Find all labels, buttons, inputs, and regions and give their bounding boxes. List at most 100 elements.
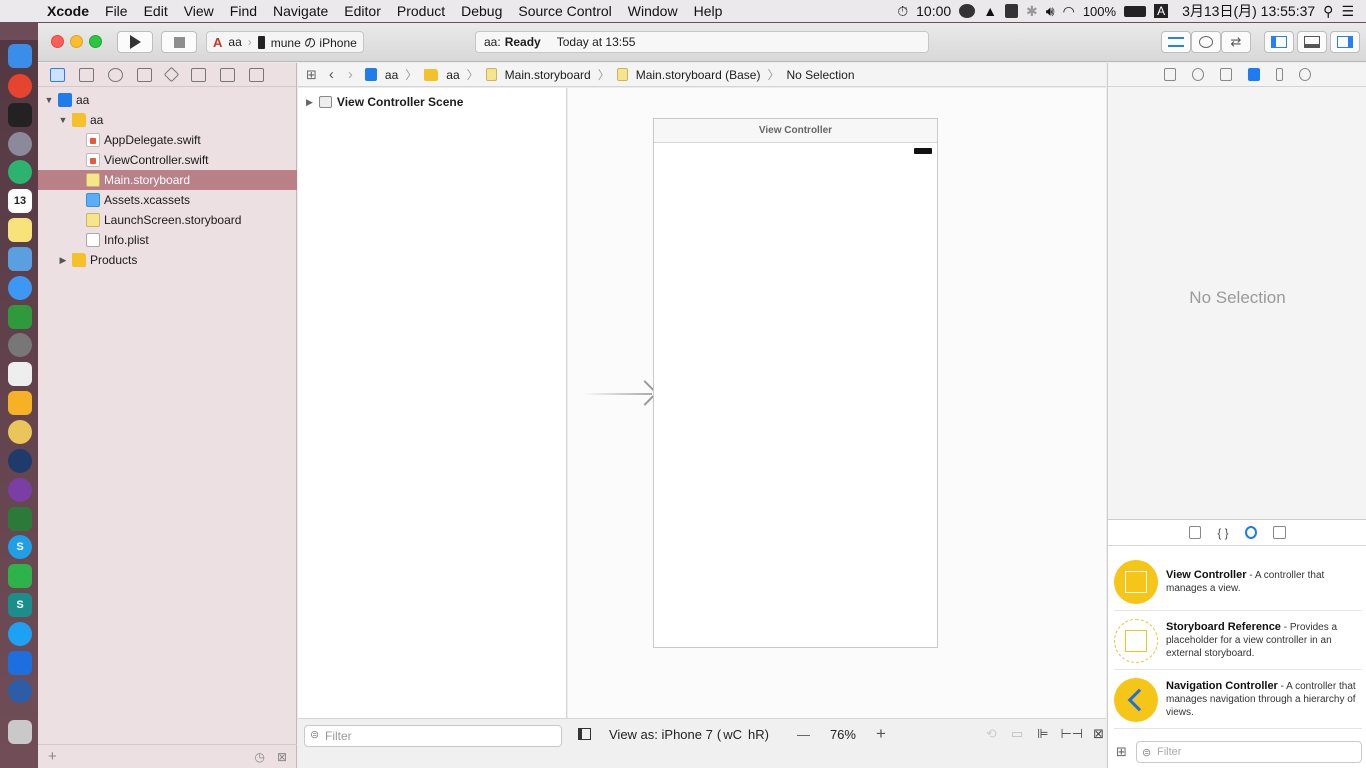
storyboard-canvas[interactable]: View Controller xyxy=(568,88,1106,768)
menu-help[interactable]: Help xyxy=(686,3,731,19)
twitter-icon[interactable] xyxy=(8,622,32,646)
drive-icon[interactable]: ▲ xyxy=(983,3,997,19)
timer-text[interactable]: 10:00 xyxy=(916,3,951,19)
add-icon[interactable]: + xyxy=(48,748,57,765)
close-window-icon[interactable] xyxy=(51,35,64,48)
sequel-icon[interactable] xyxy=(8,420,32,444)
report-navigator-icon[interactable] xyxy=(249,67,264,82)
menu-file[interactable]: File xyxy=(97,3,136,19)
atom-icon[interactable] xyxy=(8,160,32,184)
folder-icon[interactable] xyxy=(50,67,65,82)
spotlight-icon[interactable]: ⚲ xyxy=(1323,3,1333,20)
datetime[interactable]: 3月13日(月) 13:55:37 xyxy=(1182,1,1315,21)
size-class-width[interactable]: wC xyxy=(723,727,742,742)
breakpoint-navigator-icon[interactable] xyxy=(220,67,235,82)
file-inspector-icon[interactable] xyxy=(1163,68,1176,81)
grid-view-icon[interactable]: ⊞ xyxy=(1116,744,1127,760)
numbers-icon[interactable] xyxy=(8,305,32,329)
tree-row-group-aa[interactable]: ▼ aa xyxy=(38,110,297,130)
scheme-selector[interactable]: A aa › mune の iPhone xyxy=(206,31,364,53)
zoom-window-icon[interactable] xyxy=(89,35,102,48)
toggle-debug-button[interactable] xyxy=(1297,31,1327,53)
identity-inspector-icon[interactable] xyxy=(1219,68,1232,81)
quicktime-icon[interactable] xyxy=(8,679,32,703)
back-icon[interactable]: ‹ xyxy=(329,66,334,83)
tree-row-appdelegate[interactable]: AppDelegate.swift xyxy=(38,130,297,150)
menu-view[interactable]: View xyxy=(176,3,222,19)
menu-product[interactable]: Product xyxy=(389,3,453,19)
skype-icon[interactable]: S xyxy=(8,535,32,559)
battery-icon[interactable] xyxy=(1124,5,1147,17)
tree-row-viewcontroller[interactable]: ViewController.swift xyxy=(38,150,297,170)
update-frames-icon[interactable]: ⟲ xyxy=(986,726,997,742)
align-icon[interactable]: ⊫ xyxy=(1037,726,1048,742)
media-library-icon[interactable] xyxy=(1272,526,1286,539)
trash-icon[interactable] xyxy=(8,720,32,744)
stop-button[interactable] xyxy=(161,31,197,53)
size-class-height[interactable]: hR xyxy=(748,727,765,742)
system-preferences-icon[interactable] xyxy=(8,333,32,357)
resolve-issues-icon[interactable]: ⊠ xyxy=(1093,726,1104,742)
test-navigator-icon[interactable] xyxy=(163,66,180,83)
bluetooth-icon[interactable]: ✱ xyxy=(1026,3,1038,20)
find-navigator-icon[interactable] xyxy=(108,67,123,82)
outline-row-scene[interactable]: ▶ View Controller Scene xyxy=(306,95,463,109)
menu-find[interactable]: Find xyxy=(222,3,265,19)
outline-toggle-icon[interactable] xyxy=(578,728,591,740)
library-filter-input[interactable]: Filter xyxy=(1136,741,1362,763)
notes-icon[interactable] xyxy=(8,218,32,242)
menu-window[interactable]: Window xyxy=(620,3,686,19)
evernote-dock-icon[interactable] xyxy=(8,564,32,588)
object-library-icon[interactable] xyxy=(1244,526,1257,539)
menu-app-name[interactable]: Xcode xyxy=(37,3,97,19)
debug-navigator-icon[interactable] xyxy=(191,67,206,82)
symbol-navigator-icon[interactable] xyxy=(79,67,94,82)
sourcetree-icon[interactable] xyxy=(8,449,32,473)
github-icon[interactable] xyxy=(8,478,32,502)
battery-text[interactable]: 100% xyxy=(1083,4,1116,19)
view-controller-scene[interactable]: View Controller xyxy=(653,118,938,648)
disclosure-closed-icon[interactable]: ▶ xyxy=(306,97,313,108)
disclosure-open-icon[interactable]: ▼ xyxy=(58,115,68,125)
navigator-filter-field[interactable] xyxy=(69,749,243,765)
library-item-view-controller[interactable]: View Controller - A controller that mana… xyxy=(1114,553,1362,611)
xcode-icon[interactable] xyxy=(8,651,32,675)
volume-icon[interactable]: 🔊︎ xyxy=(1046,3,1055,20)
zoom-level[interactable]: 76% xyxy=(830,727,856,742)
slack-icon[interactable]: S xyxy=(8,593,32,617)
view-as-label[interactable]: View as: iPhone 7 xyxy=(609,727,713,742)
zoom-in-button[interactable]: + xyxy=(876,724,886,744)
wifi-icon[interactable]: ◠ xyxy=(1063,3,1075,20)
tree-row-info-plist[interactable]: Info.plist xyxy=(38,230,297,250)
alfred-icon[interactable] xyxy=(8,507,32,531)
disclosure-open-icon[interactable]: ▼ xyxy=(44,95,54,105)
menu-editor[interactable]: Editor xyxy=(336,3,389,19)
version-editor-button[interactable]: ⇄ xyxy=(1221,31,1251,53)
disclosure-closed-icon[interactable]: ▶ xyxy=(58,255,68,266)
timer-icon[interactable]: ⏱ xyxy=(897,3,908,20)
quick-help-icon[interactable] xyxy=(1191,68,1204,81)
preview-icon[interactable] xyxy=(8,247,32,271)
tree-row-project[interactable]: ▼ aa xyxy=(38,90,297,110)
jump-crumb-group[interactable]: aa xyxy=(446,68,459,82)
menu-debug[interactable]: Debug xyxy=(453,3,510,19)
embed-in-icon[interactable]: ▭ xyxy=(1011,726,1023,742)
notification-center-icon[interactable]: ☰ xyxy=(1341,3,1354,20)
related-items-icon[interactable]: ⊞ xyxy=(306,67,317,83)
library-item-navigation-controller[interactable]: Navigation Controller - A controller tha… xyxy=(1114,671,1362,729)
hat-icon[interactable] xyxy=(959,4,976,18)
menu-navigate[interactable]: Navigate xyxy=(265,3,336,19)
library-item-storyboard-reference[interactable]: Storyboard Reference - Provides a placeh… xyxy=(1114,612,1362,670)
sketch-icon[interactable] xyxy=(8,391,32,415)
tree-row-products[interactable]: ▶ Products xyxy=(38,250,297,270)
finder-icon[interactable] xyxy=(8,44,32,68)
launchpad-icon[interactable] xyxy=(8,132,32,156)
tree-row-assets[interactable]: Assets.xcassets xyxy=(38,190,297,210)
calendar-icon[interactable]: 13 xyxy=(8,189,32,213)
terminal-icon[interactable] xyxy=(8,103,32,127)
tree-row-main-storyboard[interactable]: Main.storyboard xyxy=(38,170,297,190)
code-snippet-icon[interactable]: { } xyxy=(1217,526,1228,540)
chrome-icon[interactable] xyxy=(8,74,32,98)
standard-editor-button[interactable] xyxy=(1161,31,1191,53)
jump-crumb-base[interactable]: Main.storyboard (Base) xyxy=(636,68,761,82)
